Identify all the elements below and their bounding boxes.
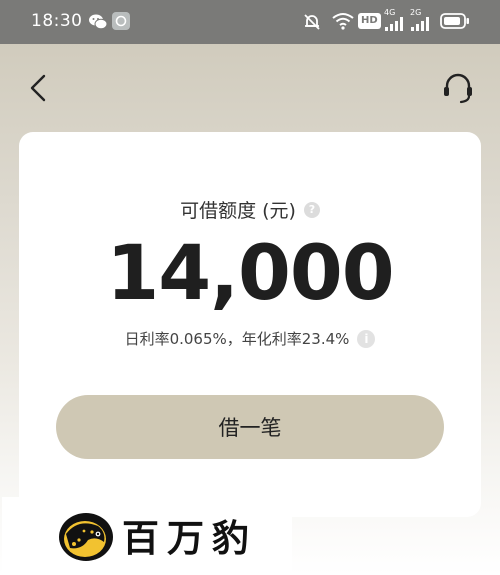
credit-limit-card: 可借额度 (元) ? 14,000 日利率0.065%，年化利率23.4% i … bbox=[19, 132, 481, 517]
info-icon[interactable]: i bbox=[357, 329, 376, 348]
help-glyph: ? bbox=[308, 202, 316, 216]
hd-badge-icon: HD bbox=[358, 13, 381, 29]
mute-bell-icon bbox=[304, 14, 320, 30]
hd-label: HD bbox=[361, 15, 378, 26]
limit-label-row: 可借额度 (元) ? bbox=[19, 196, 481, 223]
signal-4g-icon: 4G bbox=[384, 9, 406, 33]
rate-row: 日利率0.065%，年化利率23.4% i bbox=[19, 328, 481, 349]
watermark-text: 百万豹 bbox=[122, 516, 257, 560]
signal-2g-icon: 2G bbox=[410, 9, 432, 33]
help-icon[interactable]: ? bbox=[303, 201, 320, 218]
headset-icon[interactable] bbox=[440, 70, 476, 106]
network-2g-label: 2G bbox=[410, 8, 422, 17]
wifi-icon bbox=[332, 13, 354, 30]
borrow-button[interactable]: 借一笔 bbox=[56, 395, 444, 459]
leopard-logo-icon bbox=[59, 513, 113, 561]
status-time: 18:30 bbox=[31, 11, 83, 31]
wechat-icon bbox=[89, 14, 108, 30]
status-bar: 18:30 HD 4G 2G bbox=[0, 0, 500, 44]
credit-amount: 14,000 bbox=[106, 228, 394, 317]
battery-icon bbox=[440, 13, 469, 29]
chevron-left-icon[interactable] bbox=[24, 70, 56, 106]
app-notification-icon bbox=[112, 12, 130, 30]
limit-label: 可借额度 (元) bbox=[180, 200, 296, 222]
interest-rate-text: 日利率0.065%，年化利率23.4% bbox=[124, 330, 350, 348]
info-glyph: i bbox=[364, 331, 369, 346]
network-4g-label: 4G bbox=[384, 8, 396, 17]
